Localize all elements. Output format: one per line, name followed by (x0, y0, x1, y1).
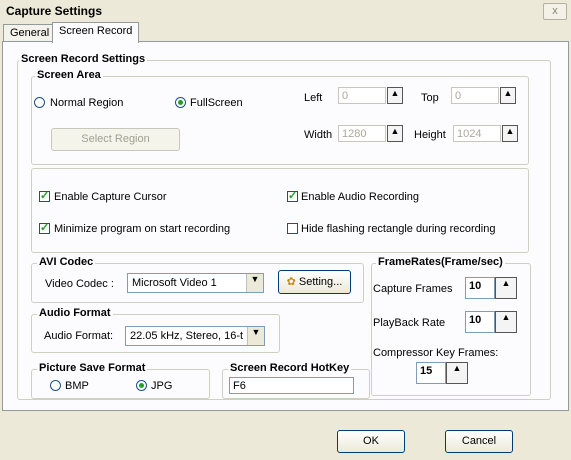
audio-format-value: 22.05 kHz, Stereo, 16-t (130, 330, 244, 342)
height-label: Height (414, 129, 446, 141)
video-codec-select[interactable]: Microsoft Video 1 ▼ (127, 273, 264, 293)
chevron-down-icon: ▼ (246, 274, 263, 292)
screen-record-settings-title: Screen Record Settings (19, 53, 148, 65)
codec-setting-label: Setting... (298, 276, 343, 288)
framerates-title: FrameRates(Frame/sec) (376, 256, 505, 268)
enable-audio-checkbox[interactable] (287, 189, 298, 202)
screen-area-title: Screen Area (35, 69, 103, 81)
fullscreen-label: FullScreen (190, 97, 243, 109)
video-codec-value: Microsoft Video 1 (132, 277, 217, 289)
bmp-radio[interactable] (50, 380, 61, 391)
key-frames-spin-arrows-icon[interactable]: ▲ (446, 362, 468, 384)
width-input[interactable]: 1280 (338, 125, 386, 142)
enable-cursor-checkbox[interactable] (39, 189, 50, 202)
settings-gear-icon: ✿ (286, 276, 296, 288)
audio-format-title: Audio Format (37, 307, 113, 319)
top-input[interactable]: 0 (451, 87, 499, 104)
bmp-label: BMP (65, 380, 89, 392)
hide-rect-label: Hide flashing rectangle during recording (301, 223, 496, 235)
left-input[interactable]: 0 (338, 87, 386, 104)
tab-screen-record[interactable]: Screen Record (52, 22, 140, 43)
height-spin-arrows-icon[interactable]: ▲ (502, 125, 518, 142)
normal-region-radio[interactable] (34, 97, 45, 108)
hotkey-title: Screen Record HotKey (228, 362, 352, 374)
picture-format-title: Picture Save Format (37, 362, 148, 374)
enable-audio-label: Enable Audio Recording (301, 191, 420, 203)
top-label: Top (421, 92, 439, 104)
normal-region-label: Normal Region (50, 97, 124, 109)
cancel-button[interactable]: Cancel (445, 430, 513, 453)
ok-button[interactable]: OK (337, 430, 405, 453)
hotkey-input[interactable]: F6 (229, 377, 354, 394)
hide-rect-checkbox[interactable] (287, 223, 298, 234)
key-frames-input[interactable]: 15 (416, 362, 446, 384)
playback-rate-label: PlayBack Rate (373, 317, 446, 329)
playback-rate-input[interactable]: 10 (465, 311, 495, 333)
width-label: Width (304, 129, 333, 141)
close-button[interactable]: x (543, 3, 567, 20)
minimize-checkbox[interactable] (39, 221, 50, 234)
playback-spin-arrows-icon[interactable]: ▲ (495, 311, 517, 333)
minimize-label: Minimize program on start recording (54, 223, 231, 235)
audio-format-label: Audio Format: (44, 330, 114, 342)
avi-codec-title: AVI Codec (37, 256, 96, 268)
left-label: Left (304, 92, 323, 104)
window-title: Capture Settings (6, 4, 103, 18)
audio-format-select[interactable]: 22.05 kHz, Stereo, 16-t ▼ (125, 326, 265, 346)
select-region-button[interactable]: Select Region (51, 128, 180, 151)
options-group (31, 168, 529, 253)
top-spin-arrows-icon[interactable]: ▲ (500, 87, 516, 104)
capture-frames-label: Capture Frames (373, 283, 453, 295)
key-frames-label: Compressor Key Frames: (373, 347, 499, 359)
enable-cursor-label: Enable Capture Cursor (54, 191, 167, 203)
jpg-radio[interactable] (136, 380, 147, 391)
tab-panel: Screen Record Settings Screen Area Norma… (2, 41, 569, 411)
jpg-label: JPG (151, 380, 173, 392)
codec-setting-button[interactable]: ✿ Setting... (278, 270, 351, 294)
capture-spin-arrows-icon[interactable]: ▲ (495, 277, 517, 299)
chevron-down-icon: ▼ (247, 327, 264, 345)
width-spin-arrows-icon[interactable]: ▲ (387, 125, 403, 142)
height-input[interactable]: 1024 (453, 125, 501, 142)
left-spin-arrows-icon[interactable]: ▲ (387, 87, 403, 104)
video-codec-label: Video Codec : (45, 278, 114, 290)
capture-frames-input[interactable]: 10 (465, 277, 495, 299)
fullscreen-radio[interactable] (175, 97, 186, 108)
